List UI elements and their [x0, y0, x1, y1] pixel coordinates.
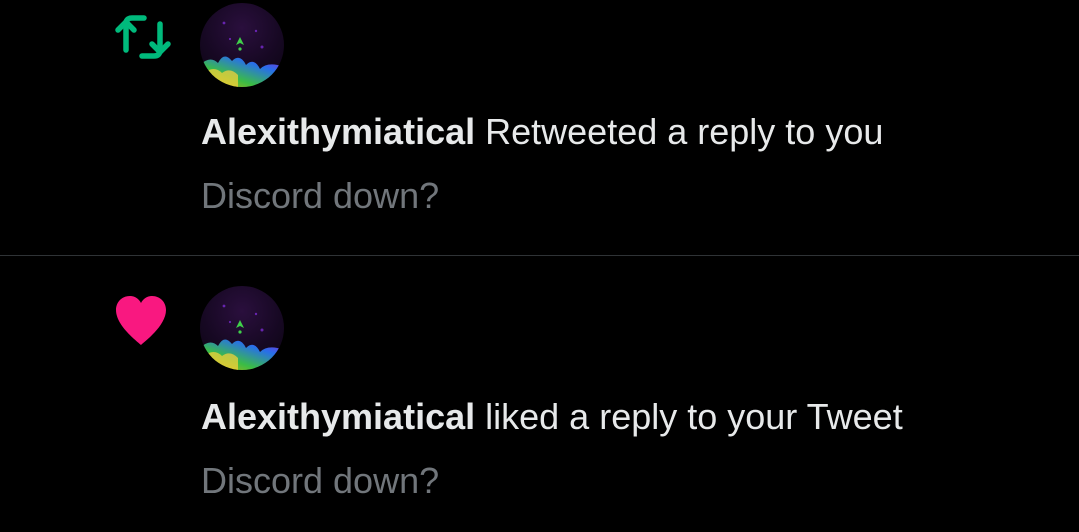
avatar[interactable] [200, 286, 284, 370]
user-name[interactable]: Alexithymiatical [201, 111, 475, 152]
retweet-icon [112, 6, 174, 68]
avatar[interactable] [200, 3, 284, 87]
notification-headline: Alexithymiatical liked a reply to your T… [201, 395, 903, 439]
action-text: liked a reply to your Tweet [485, 396, 903, 437]
tweet-text[interactable]: Discord down? [201, 459, 439, 503]
notification-retweet[interactable]: Alexithymiatical Retweeted a reply to yo… [0, 0, 1079, 255]
heart-icon [110, 290, 172, 352]
action-text: Retweeted a reply to you [485, 111, 884, 152]
tweet-text[interactable]: Discord down? [201, 174, 439, 218]
notification-headline: Alexithymiatical Retweeted a reply to yo… [201, 110, 883, 154]
notification-like[interactable]: Alexithymiatical liked a reply to your T… [0, 256, 1079, 532]
user-name[interactable]: Alexithymiatical [201, 396, 475, 437]
